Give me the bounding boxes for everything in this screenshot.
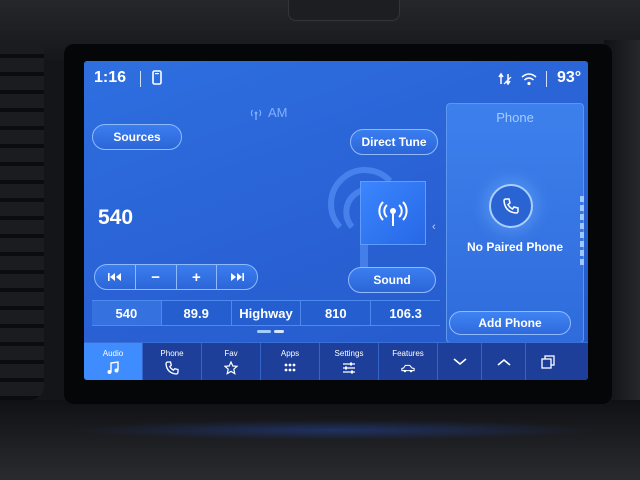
nav-label: Apps (280, 349, 300, 358)
signal-arrows-icon (498, 72, 512, 86)
nav-multitask-button[interactable] (526, 343, 570, 380)
clock: 1:16 (94, 69, 127, 86)
screen-ambient-glow (70, 420, 600, 440)
nav-tab-fav[interactable]: Fav (202, 343, 261, 380)
bottom-nav-bar: Audio Phone Fav Apps Settings Features (84, 342, 588, 380)
nav-tab-settings[interactable]: Settings (320, 343, 379, 380)
star-icon (224, 361, 238, 375)
preset-label: 540 (115, 305, 138, 321)
card-stack-icon (541, 355, 555, 369)
add-phone-button[interactable]: Add Phone (449, 311, 571, 335)
hardware-knob (288, 0, 400, 21)
preset-bar: 540 89.9 Highway 810 106.3 (92, 300, 440, 326)
sound-button-label: Sound (373, 273, 411, 287)
wifi-icon (521, 73, 537, 86)
nav-label: Settings (334, 349, 364, 358)
preset-label: Highway (239, 305, 293, 321)
nav-collapse-button[interactable] (438, 343, 482, 380)
sources-button-label: Sources (113, 130, 161, 144)
direct-tune-button[interactable]: Direct Tune (350, 129, 438, 155)
left-air-vent (0, 40, 44, 400)
sliders-icon (343, 362, 355, 374)
radio-tower-icon (378, 201, 408, 226)
sound-button[interactable]: Sound (348, 267, 436, 293)
preset-page-indicator[interactable] (257, 330, 287, 334)
preset-label: 810 (324, 305, 347, 321)
direct-tune-label: Direct Tune (361, 135, 427, 149)
status-divider (140, 71, 141, 87)
preset-button[interactable]: 540 (92, 301, 162, 325)
nav-expand-button[interactable] (482, 343, 526, 380)
chevron-down-icon (452, 358, 467, 366)
current-frequency: 540 (98, 206, 134, 229)
phone-device-icon (152, 70, 162, 85)
call-button[interactable] (489, 184, 533, 228)
nav-tab-features[interactable]: Features (379, 343, 438, 380)
chevron-up-icon (496, 358, 511, 366)
band-label: AM (268, 105, 288, 120)
sources-button[interactable]: Sources (92, 124, 182, 150)
seek-back-button[interactable] (95, 265, 136, 289)
nav-tab-phone[interactable]: Phone (143, 343, 202, 380)
outside-temperature: 93° (557, 69, 582, 86)
status-divider (546, 71, 547, 87)
preset-button[interactable]: Highway (232, 301, 302, 325)
seek-back-icon (107, 273, 121, 281)
antenna-icon (250, 109, 262, 120)
tune-down-label: − (151, 268, 160, 286)
preset-label: 106.3 (389, 305, 422, 321)
seek-forward-icon (231, 273, 245, 281)
preset-button[interactable]: 106.3 (371, 301, 440, 325)
tune-up-button[interactable]: + (177, 265, 218, 289)
status-bar: 1:16 93° (84, 61, 588, 97)
add-phone-label: Add Phone (478, 316, 542, 330)
phone-icon (165, 361, 179, 375)
preset-button[interactable]: 89.9 (162, 301, 232, 325)
phone-status-text: No Paired Phone (466, 240, 564, 254)
infotainment-screen: 1:16 93° AM Sources Direct Tune 540 ‹ − … (84, 61, 588, 380)
seek-forward-button[interactable] (217, 265, 257, 289)
tune-down-button[interactable]: − (136, 265, 177, 289)
phone-panel-title: Phone (496, 110, 534, 125)
phone-panel: Phone No Paired Phone Add Phone (446, 103, 584, 343)
collapse-panel-chevron-icon[interactable]: ‹ (432, 221, 436, 233)
preset-label: 89.9 (183, 305, 209, 321)
station-artwork (360, 181, 426, 245)
nav-label: Fav (224, 349, 238, 358)
panel-scrollbar[interactable] (580, 196, 584, 266)
dashboard-bottom (0, 400, 640, 480)
nav-label: Features (392, 349, 424, 358)
tune-controls: − + (94, 264, 258, 290)
apps-grid-icon (284, 363, 296, 372)
nav-label: Audio (102, 349, 124, 358)
nav-tab-apps[interactable]: Apps (261, 343, 320, 380)
preset-button[interactable]: 810 (301, 301, 372, 325)
tune-up-label: + (191, 268, 201, 286)
car-icon (401, 364, 415, 373)
nav-tab-audio[interactable]: Audio (84, 343, 143, 380)
page-dot (274, 330, 284, 333)
phone-handset-icon (503, 198, 519, 214)
music-note-icon (107, 361, 119, 374)
page-dot-active (257, 330, 271, 333)
nav-label: Phone (160, 349, 184, 358)
